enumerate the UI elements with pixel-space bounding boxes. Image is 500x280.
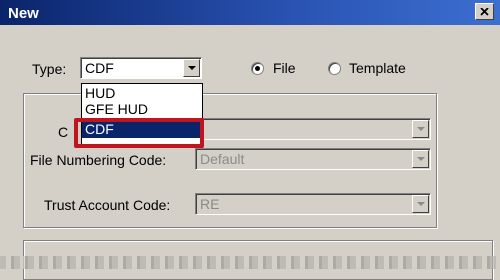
highlight-box	[74, 118, 204, 148]
file-numbering-select[interactable]: Default	[195, 148, 431, 170]
template-radio-label[interactable]: Template	[349, 60, 406, 76]
file-numbering-dropdown-button[interactable]	[412, 150, 429, 168]
file-radio-label[interactable]: File	[273, 60, 296, 76]
file-numbering-value: Default	[200, 151, 245, 167]
chevron-down-icon	[187, 66, 196, 70]
code-dropdown-button[interactable]	[412, 120, 429, 138]
type-dropdown-button[interactable]	[183, 59, 200, 77]
trust-account-value: RE	[200, 196, 220, 212]
file-numbering-label: File Numbering Code:	[30, 152, 167, 168]
close-button[interactable]	[475, 3, 494, 20]
chevron-down-icon	[416, 127, 425, 131]
cutoff-edge	[0, 256, 500, 269]
chevron-down-icon	[416, 202, 425, 206]
type-select[interactable]: CDF	[80, 57, 202, 79]
code-label: C	[58, 124, 69, 140]
trust-account-select[interactable]: RE	[195, 193, 431, 215]
radio-selected-dot	[255, 66, 260, 71]
title-bar: New	[0, 0, 500, 25]
close-icon	[480, 7, 489, 16]
template-radio[interactable]	[328, 62, 341, 75]
type-option-gfe-hud[interactable]: GFE HUD	[82, 101, 202, 118]
file-radio[interactable]	[251, 62, 264, 75]
type-label: Type:	[32, 61, 67, 77]
type-select-value: CDF	[85, 60, 114, 76]
code-select[interactable]	[195, 118, 431, 140]
type-option-hud[interactable]: HUD	[82, 85, 202, 102]
trust-account-dropdown-button[interactable]	[412, 195, 429, 213]
chevron-down-icon	[416, 157, 425, 161]
trust-account-label: Trust Account Code:	[44, 197, 171, 213]
window-title: New	[8, 5, 39, 22]
